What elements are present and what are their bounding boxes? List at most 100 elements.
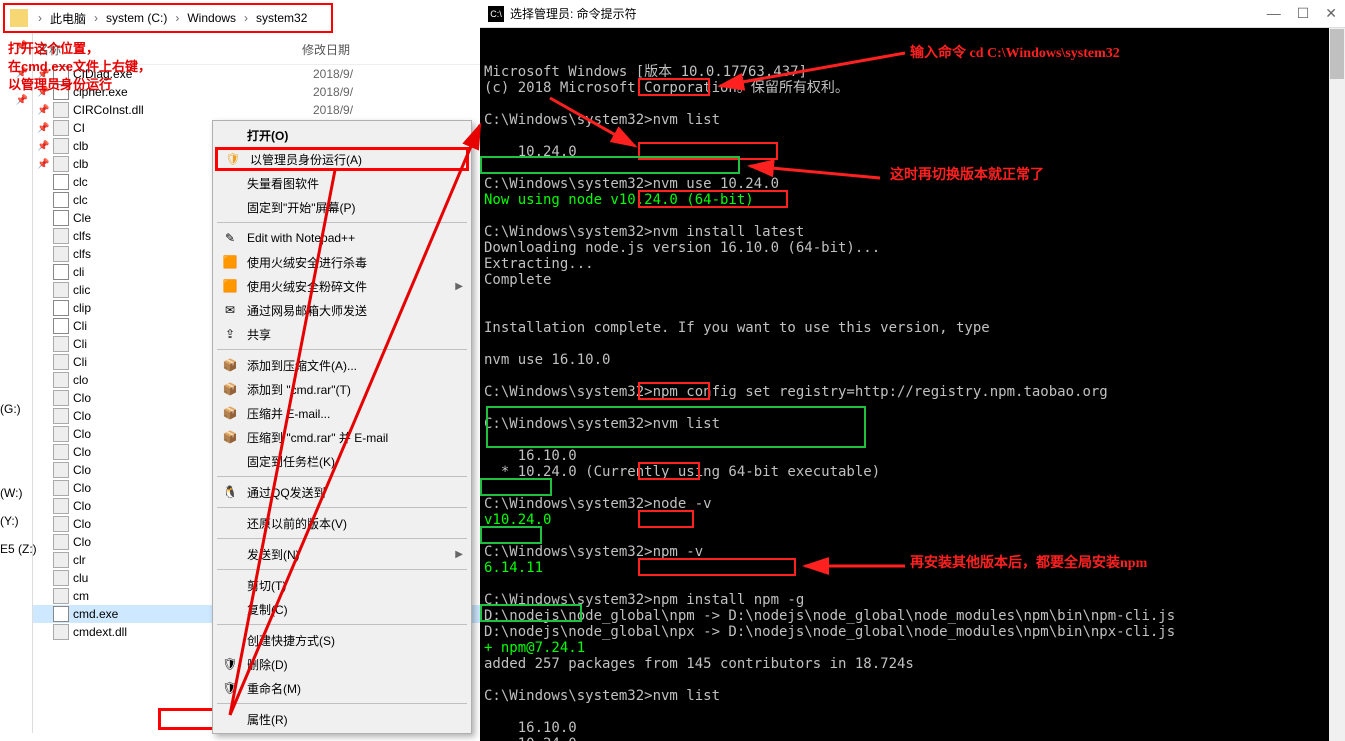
dll-icon: [53, 390, 69, 406]
terminal-window: C:\ 选择管理员: 命令提示符 — ☐ ✕ Microsoft Windows…: [480, 0, 1345, 741]
terminal-line: Now using node v10.24.0 (64-bit): [484, 192, 1341, 208]
context-menu[interactable]: 打开(O) 🛡 以管理员身份运行(A) 失量看图软件 固定到"开始"屏幕(P) …: [212, 120, 472, 734]
menu-item-label: 固定到任务栏(K): [247, 453, 463, 470]
menu-item[interactable]: 🛡 删除(D): [215, 652, 469, 676]
menu-separator: [217, 476, 467, 477]
menu-item[interactable]: 🐧 通过QQ发送到: [215, 480, 469, 504]
menu-item-label: 重命名(M): [247, 680, 463, 697]
terminal-line: [484, 96, 1341, 112]
menu-item-label: 复制(C): [247, 601, 463, 618]
menu-item[interactable]: 还原以前的版本(V): [215, 511, 469, 535]
terminal-line: D:\nodejs\node_global\npx -> D:\nodejs\n…: [484, 624, 1341, 640]
terminal-titlebar[interactable]: C:\ 选择管理员: 命令提示符 — ☐ ✕: [480, 0, 1345, 28]
col-date[interactable]: 修改日期: [302, 41, 402, 58]
annotation-text: 这时再切换版本就正常了: [890, 168, 1044, 184]
menu-item[interactable]: 🟧 使用火绒安全进行杀毒: [215, 250, 469, 274]
menu-item[interactable]: 复制(C): [215, 597, 469, 621]
menu-item[interactable]: 📦 压缩并 E-mail...: [215, 401, 469, 425]
menu-item[interactable]: ✉ 通过网易邮箱大师发送: [215, 298, 469, 322]
menu-item[interactable]: ✎ Edit with Notepad++: [215, 226, 469, 250]
exe-icon: [53, 192, 69, 208]
menu-item[interactable]: ⇪ 共享: [215, 322, 469, 346]
pin-icon: 📌: [37, 105, 49, 116]
annotation-text: 再安装其他版本后，都要全局安装npm: [910, 556, 1147, 572]
menu-item[interactable]: 固定到"开始"屏幕(P): [215, 195, 469, 219]
crumb-pc[interactable]: 此电脑: [46, 10, 90, 27]
menu-item-icon: ✉: [221, 301, 239, 319]
drive-labels: (G:) (W:) (Y:) E5 (Z:): [0, 395, 37, 563]
scrollbar[interactable]: [1329, 28, 1345, 741]
terminal-line: added 257 packages from 145 contributors…: [484, 656, 1341, 672]
drive-w[interactable]: (W:): [0, 479, 37, 507]
terminal-line: * 10.24.0 (Currently using 64-bit execut…: [484, 464, 1341, 480]
terminal-line: [484, 208, 1341, 224]
menu-item-icon: ⇪: [221, 325, 239, 343]
drive-g[interactable]: (G:): [0, 395, 37, 423]
menu-item[interactable]: 🛡 以管理员身份运行(A): [215, 147, 469, 171]
dll-icon: [53, 480, 69, 496]
menu-item[interactable]: 📦 添加到压缩文件(A)...: [215, 353, 469, 377]
menu-item[interactable]: 剪切(T): [215, 573, 469, 597]
file-date: 2018/9/: [313, 103, 413, 117]
menu-item[interactable]: 📦 添加到 "cmd.rar"(T): [215, 377, 469, 401]
menu-item-label: 共享: [247, 326, 463, 343]
pin-icon: 📌: [37, 141, 49, 152]
menu-item-label: 打开(O): [247, 127, 463, 144]
menu-item-label: 使用火绒安全进行杀毒: [247, 254, 463, 271]
menu-item-label: 压缩并 E-mail...: [247, 405, 463, 422]
terminal-title: 选择管理员: 命令提示符: [510, 5, 637, 22]
menu-item-icon: ✎: [221, 229, 239, 247]
minimize-button[interactable]: —: [1267, 5, 1281, 22]
menu-item[interactable]: 🟧 使用火绒安全粉碎文件 ▶: [215, 274, 469, 298]
menu-item[interactable]: 固定到任务栏(K): [215, 449, 469, 473]
terminal-line: C:\Windows\system32>npm install npm -g: [484, 592, 1341, 608]
scrollbar-thumb[interactable]: [1330, 29, 1344, 79]
terminal-body[interactable]: Microsoft Windows [版本 10.0.17763.437](c)…: [480, 28, 1345, 741]
dll-icon: [53, 588, 69, 604]
menu-item[interactable]: 创建快捷方式(S): [215, 628, 469, 652]
crumb-c[interactable]: system (C:): [102, 11, 171, 25]
dll-icon: [53, 516, 69, 532]
drive-y[interactable]: (Y:): [0, 507, 37, 535]
menu-item-icon: 🐧: [221, 483, 239, 501]
exe-icon: [53, 300, 69, 316]
exe-icon: [53, 174, 69, 190]
menu-separator: [217, 569, 467, 570]
file-row[interactable]: 📌 CIRCoInst.dll 2018/9/: [33, 101, 480, 119]
menu-item-icon: [221, 198, 239, 216]
dll-icon: [53, 246, 69, 262]
crumb-system32[interactable]: system32: [252, 11, 311, 25]
maximize-button[interactable]: ☐: [1297, 5, 1310, 22]
menu-item[interactable]: 失量看图软件: [215, 171, 469, 195]
drive-z[interactable]: E5 (Z:): [0, 535, 37, 563]
menu-item-icon: [221, 600, 239, 618]
file-name: CIRCoInst.dll: [73, 103, 313, 117]
pin-icon: 📌: [37, 123, 49, 134]
dll-icon: [53, 228, 69, 244]
submenu-arrow-icon: ▶: [455, 281, 463, 292]
menu-item-label: 属性(R): [247, 711, 463, 728]
menu-item-label: 还原以前的版本(V): [247, 515, 463, 532]
dll-icon: [53, 462, 69, 478]
dll-icon: [53, 444, 69, 460]
menu-item[interactable]: 发送到(N) ▶: [215, 542, 469, 566]
terminal-line: + npm@7.24.1: [484, 640, 1341, 656]
menu-separator: [217, 538, 467, 539]
breadcrumb[interactable]: › 此电脑 › system (C:) › Windows › system32: [3, 3, 333, 33]
close-button[interactable]: ✕: [1325, 5, 1337, 22]
terminal-line: [484, 128, 1341, 144]
menu-item[interactable]: 📦 压缩到 "cmd.rar" 并 E-mail: [215, 425, 469, 449]
menu-item-icon: 📦: [221, 428, 239, 446]
terminal-line: C:\Windows\system32>npm config set regis…: [484, 384, 1341, 400]
dll-icon: [53, 534, 69, 550]
dll-icon: [53, 282, 69, 298]
terminal-line: [484, 304, 1341, 320]
menu-item[interactable]: 打开(O): [215, 123, 469, 147]
terminal-line: [484, 528, 1341, 544]
menu-item-icon: 📦: [221, 380, 239, 398]
menu-item[interactable]: 属性(R): [215, 707, 469, 731]
terminal-line: [484, 672, 1341, 688]
menu-item[interactable]: 🛡 重命名(M): [215, 676, 469, 700]
crumb-windows[interactable]: Windows: [183, 11, 240, 25]
menu-separator: [217, 507, 467, 508]
